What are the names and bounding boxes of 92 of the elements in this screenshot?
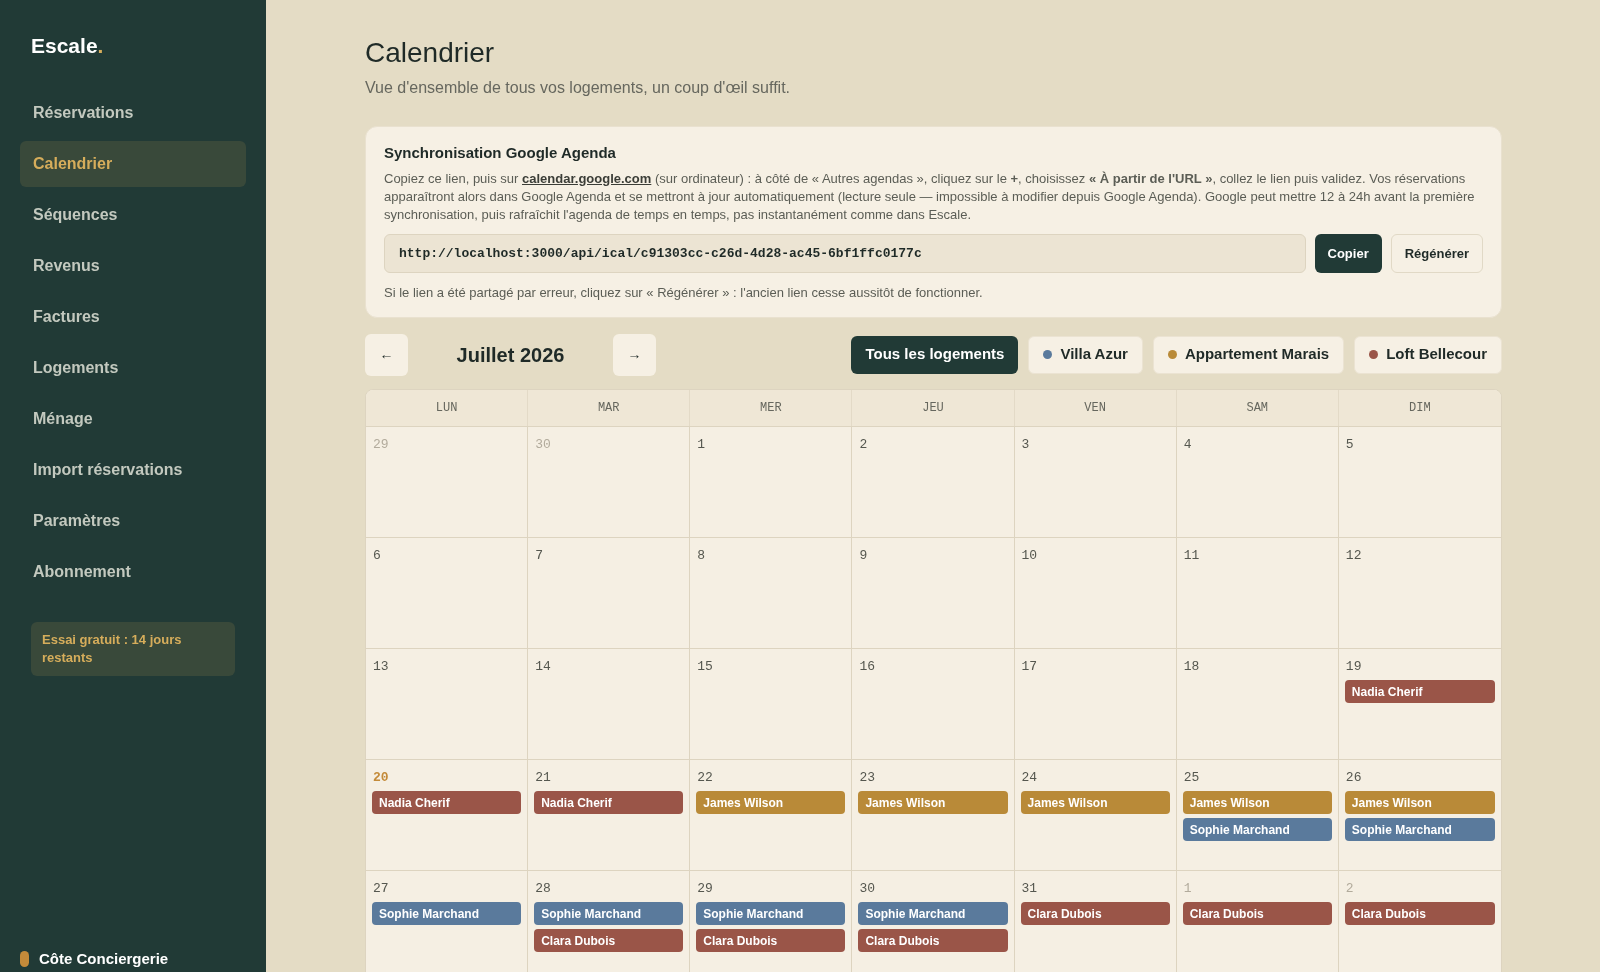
next-month-button[interactable]: →	[613, 333, 656, 376]
day-number: 21	[534, 768, 552, 787]
sidebar-item[interactable]: Calendrier	[20, 140, 246, 187]
day-number: 30	[534, 435, 552, 454]
booking-event[interactable]: James Wilson	[1020, 791, 1170, 814]
property-filter[interactable]: Appartement Marais	[1152, 335, 1345, 374]
sidebar-item[interactable]: Réservations	[20, 89, 246, 136]
day-number: 5	[1344, 435, 1355, 454]
google-calendar-link[interactable]: calendar.google.com	[522, 170, 652, 186]
weekday-header: LUN	[366, 389, 529, 426]
weekday-header: DIM	[1408, 399, 1432, 417]
day-number: 24	[1020, 768, 1039, 787]
day-number: 27	[372, 879, 390, 898]
day-number: 7	[534, 546, 544, 565]
regenerate-button[interactable]: Régénérer	[1390, 233, 1483, 273]
booking-event[interactable]: Sophie Marchand	[1182, 818, 1332, 841]
day-number: 10	[1020, 546, 1039, 565]
sidebar-item[interactable]: Ménage	[20, 395, 246, 442]
booking-event[interactable]: Clara Dubois	[534, 929, 684, 952]
booking-event[interactable]: Clara Dubois	[696, 929, 846, 952]
day-number: 3	[1020, 435, 1031, 454]
previous-month-button[interactable]: ←	[365, 333, 408, 376]
property-filter[interactable]: Loft Bellecour	[1354, 335, 1502, 374]
copy-button[interactable]: Copier	[1314, 233, 1382, 273]
account-name: Côte Conciergerie	[39, 948, 169, 969]
sync-note: Si le lien a été partagé par erreur, cliquez sur « Régénérer » : l'ancien lien cesse aussitôt de fonctionner.	[384, 284, 984, 302]
weekday-header: MAR	[528, 389, 691, 426]
day-number: 1	[1182, 879, 1193, 898]
trial-banner: Essai gratuit : 14 jours restants	[31, 621, 235, 676]
page-subtitle: Vue d'ensemble de tous vos logements, un coup d'œil suffit.	[365, 78, 791, 98]
day-number: 9	[858, 546, 869, 565]
day-number: 2	[1344, 879, 1355, 898]
day-number: 17	[1020, 657, 1039, 676]
day-number: 4	[1182, 435, 1193, 454]
booking-event[interactable]: James Wilson	[1344, 791, 1495, 814]
weekday-header: JEU	[852, 389, 1015, 426]
booking-event[interactable]: James Wilson	[1182, 791, 1332, 814]
booking-event[interactable]: Nadia Cherif	[372, 791, 522, 814]
weekday-header: MER	[690, 389, 853, 426]
booking-event[interactable]: Clara Dubois	[1182, 902, 1332, 925]
sync-instructions: Copiez ce lien, puis sur calendar.google.com (sur ordinateur) : à côté de « Autres agendas », cliquez sur le +, choisissez « À partir de l'URL », collez le lien puis validez. Vos réservations apparaîtront alors dans Google Agenda et se mettront à jour automatiquement (lecture seule — impossible à modifier depuis Google Agenda). Google peut mettre 12 à 24h avant la première synchronisation, puis rafraîchit l'agenda de temps en temps, pas instantanément comme dans Escale.	[384, 169, 1476, 224]
day-number: 15	[696, 657, 714, 676]
day-number: 26	[1344, 768, 1363, 787]
day-number: 1	[696, 435, 707, 454]
weekday-header: SAM	[1176, 389, 1339, 426]
day-number: 12	[1344, 546, 1363, 565]
day-number: 23	[858, 768, 877, 787]
sidebar-item[interactable]: Logements	[20, 344, 246, 391]
booking-event[interactable]: Clara Dubois	[1020, 902, 1170, 925]
sidebar-item[interactable]: Factures	[20, 293, 246, 340]
booking-event[interactable]: James Wilson	[696, 791, 846, 814]
property-filter[interactable]: Villa Azur	[1028, 335, 1143, 374]
day-number: 19	[1344, 657, 1363, 676]
month-label: Juillet 2026	[455, 342, 566, 368]
ical-url-field[interactable]: http://localhost:3000/api/ical/c91303cc-c26d-4d28-ac45-6bf1ffc0177c	[384, 233, 1306, 273]
booking-event[interactable]: James Wilson	[858, 791, 1008, 814]
day-number: 11	[1182, 546, 1201, 565]
day-number: 8	[696, 546, 707, 565]
sidebar-item[interactable]: Import réservations	[20, 446, 246, 493]
weekday-header: VEN	[1014, 389, 1177, 426]
day-number: 18	[1182, 657, 1201, 676]
sidebar-item[interactable]: Séquences	[20, 191, 246, 238]
booking-event[interactable]: Sophie Marchand	[858, 902, 1008, 925]
booking-event[interactable]: Nadia Cherif	[1344, 680, 1495, 703]
booking-event[interactable]: Sophie Marchand	[696, 902, 846, 925]
app-logo: Escale.	[31, 34, 104, 57]
page-title: Calendrier	[365, 36, 496, 70]
day-number: 30	[858, 879, 877, 898]
account-avatar-icon	[20, 950, 29, 967]
day-number: 25	[1182, 768, 1201, 787]
sync-title: Synchronisation Google Agenda	[384, 143, 617, 163]
booking-event[interactable]: Nadia Cherif	[534, 791, 684, 814]
day-number: 14	[534, 657, 552, 676]
property-filter[interactable]: Tous les logements	[851, 335, 1019, 374]
day-number: 31	[1020, 879, 1039, 898]
booking-event[interactable]: Sophie Marchand	[534, 902, 684, 925]
day-number: 20	[372, 768, 390, 787]
day-number: 16	[858, 657, 877, 676]
day-number: 2	[858, 435, 869, 454]
booking-event[interactable]: Clara Dubois	[858, 929, 1008, 952]
day-number: 28	[534, 879, 552, 898]
sidebar-item[interactable]: Paramètres	[20, 497, 246, 544]
booking-event[interactable]: Clara Dubois	[1344, 902, 1495, 925]
day-number: 29	[696, 879, 714, 898]
booking-event[interactable]: Sophie Marchand	[1344, 818, 1495, 841]
sidebar-item[interactable]: Abonnement	[20, 548, 246, 595]
booking-event[interactable]: Sophie Marchand	[372, 902, 522, 925]
day-number: 22	[696, 768, 714, 787]
day-number: 29	[372, 435, 390, 454]
day-number: 13	[372, 657, 390, 676]
sidebar-item[interactable]: Revenus	[20, 242, 246, 289]
day-number: 6	[372, 546, 382, 565]
